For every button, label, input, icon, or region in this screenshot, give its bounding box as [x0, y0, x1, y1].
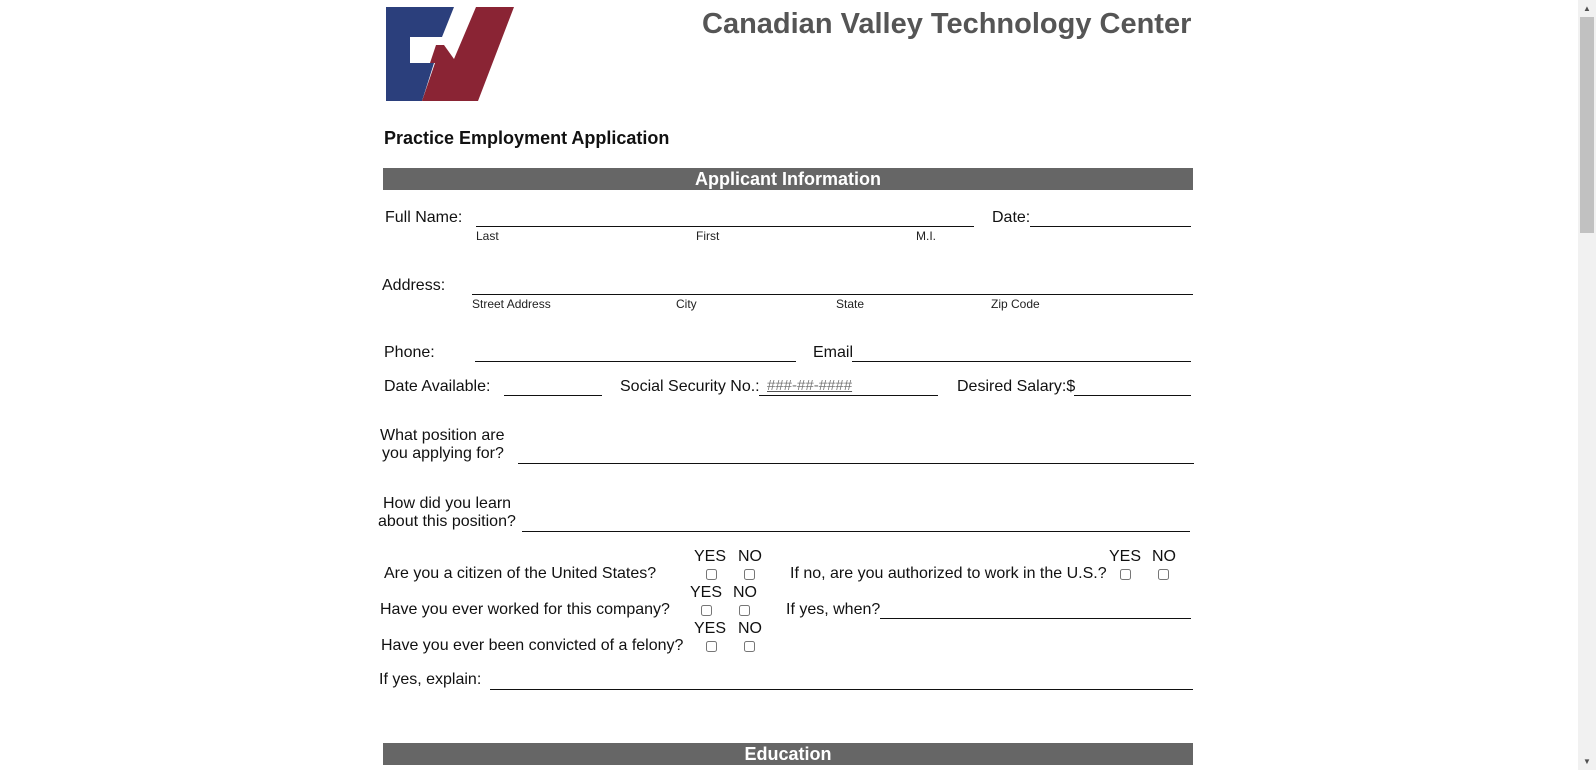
state-caption: State	[836, 297, 865, 311]
citizen-question: Are you a citizen of the United States?	[384, 565, 657, 582]
date-available-input[interactable]	[504, 375, 602, 396]
learn-label-line1: How did you learn	[383, 495, 512, 512]
position-label-line1: What position are	[380, 427, 505, 444]
if-yes-when-label: If yes, when?	[786, 601, 881, 618]
worked-yes-checkbox[interactable]	[701, 605, 712, 616]
phone-label: Phone:	[384, 344, 435, 361]
street-address-caption: Street Address	[472, 297, 551, 311]
address-label: Address:	[382, 277, 446, 294]
full-name-label: Full Name:	[385, 209, 463, 226]
zip-code-caption: Zip Code	[991, 297, 1040, 311]
learn-label-line2: about this position?	[378, 513, 516, 530]
felony-explanation-input[interactable]	[490, 669, 1193, 690]
if-yes-when-input[interactable]	[880, 598, 1191, 619]
desired-salary-label: Desired Salary:$	[957, 378, 1076, 395]
felony-question: Have you ever been convicted of a felony…	[381, 637, 684, 654]
address-input[interactable]	[472, 274, 1193, 295]
application-page: Canadian Valley Technology Center Practi…	[0, 0, 1578, 770]
felony-no-label: NO	[738, 620, 762, 637]
section-header-education: Education	[383, 743, 1193, 765]
first-name-caption: First	[696, 229, 720, 243]
full-name-input[interactable]	[476, 206, 974, 227]
authorized-question: If no, are you authorized to work in the…	[790, 565, 1107, 582]
city-caption: City	[676, 297, 697, 311]
worked-no-label: NO	[733, 584, 757, 601]
scroll-up-arrow-icon[interactable]: ▲	[1578, 0, 1596, 17]
email-label: Email	[813, 344, 854, 361]
scrollbar-thumb[interactable]	[1580, 17, 1594, 233]
citizen-yes-checkbox[interactable]	[706, 569, 717, 580]
email-input[interactable]	[852, 341, 1191, 362]
form-title: Practice Employment Application	[384, 128, 670, 148]
felony-yes-checkbox[interactable]	[706, 641, 717, 652]
vertical-scrollbar[interactable]: ▲ ▼	[1578, 0, 1596, 770]
cvtc-logo	[386, 7, 514, 101]
date-input[interactable]	[1030, 206, 1191, 227]
ssn-input[interactable]	[759, 375, 938, 396]
citizen-yes-label: YES	[694, 548, 727, 565]
organization-name: Canadian Valley Technology Center	[702, 8, 1192, 40]
scroll-down-arrow-icon[interactable]: ▼	[1578, 753, 1596, 770]
ssn-label: Social Security No.:	[620, 378, 760, 395]
citizen-no-label: NO	[738, 548, 762, 565]
if-yes-explain-label: If yes, explain:	[379, 671, 482, 688]
date-available-label: Date Available:	[384, 378, 491, 395]
middle-initial-caption: M.I.	[916, 229, 936, 243]
felony-no-checkbox[interactable]	[744, 641, 755, 652]
position-input[interactable]	[518, 443, 1194, 464]
citizen-no-checkbox[interactable]	[744, 569, 755, 580]
authorized-yes-checkbox[interactable]	[1120, 569, 1131, 580]
felony-yes-label: YES	[694, 620, 727, 637]
date-label: Date:	[992, 209, 1031, 226]
worked-yes-label: YES	[690, 584, 723, 601]
authorized-yes-label: YES	[1109, 548, 1142, 565]
desired-salary-input[interactable]	[1074, 375, 1191, 396]
last-name-caption: Last	[476, 229, 499, 243]
phone-input[interactable]	[475, 341, 796, 362]
worked-here-question: Have you ever worked for this company?	[380, 601, 670, 618]
position-label-line2: you applying for?	[382, 445, 504, 462]
authorized-no-checkbox[interactable]	[1158, 569, 1169, 580]
learn-about-position-input[interactable]	[522, 511, 1190, 532]
worked-no-checkbox[interactable]	[739, 605, 750, 616]
section-header-applicant-information: Applicant Information	[383, 168, 1193, 190]
authorized-no-label: NO	[1152, 548, 1176, 565]
